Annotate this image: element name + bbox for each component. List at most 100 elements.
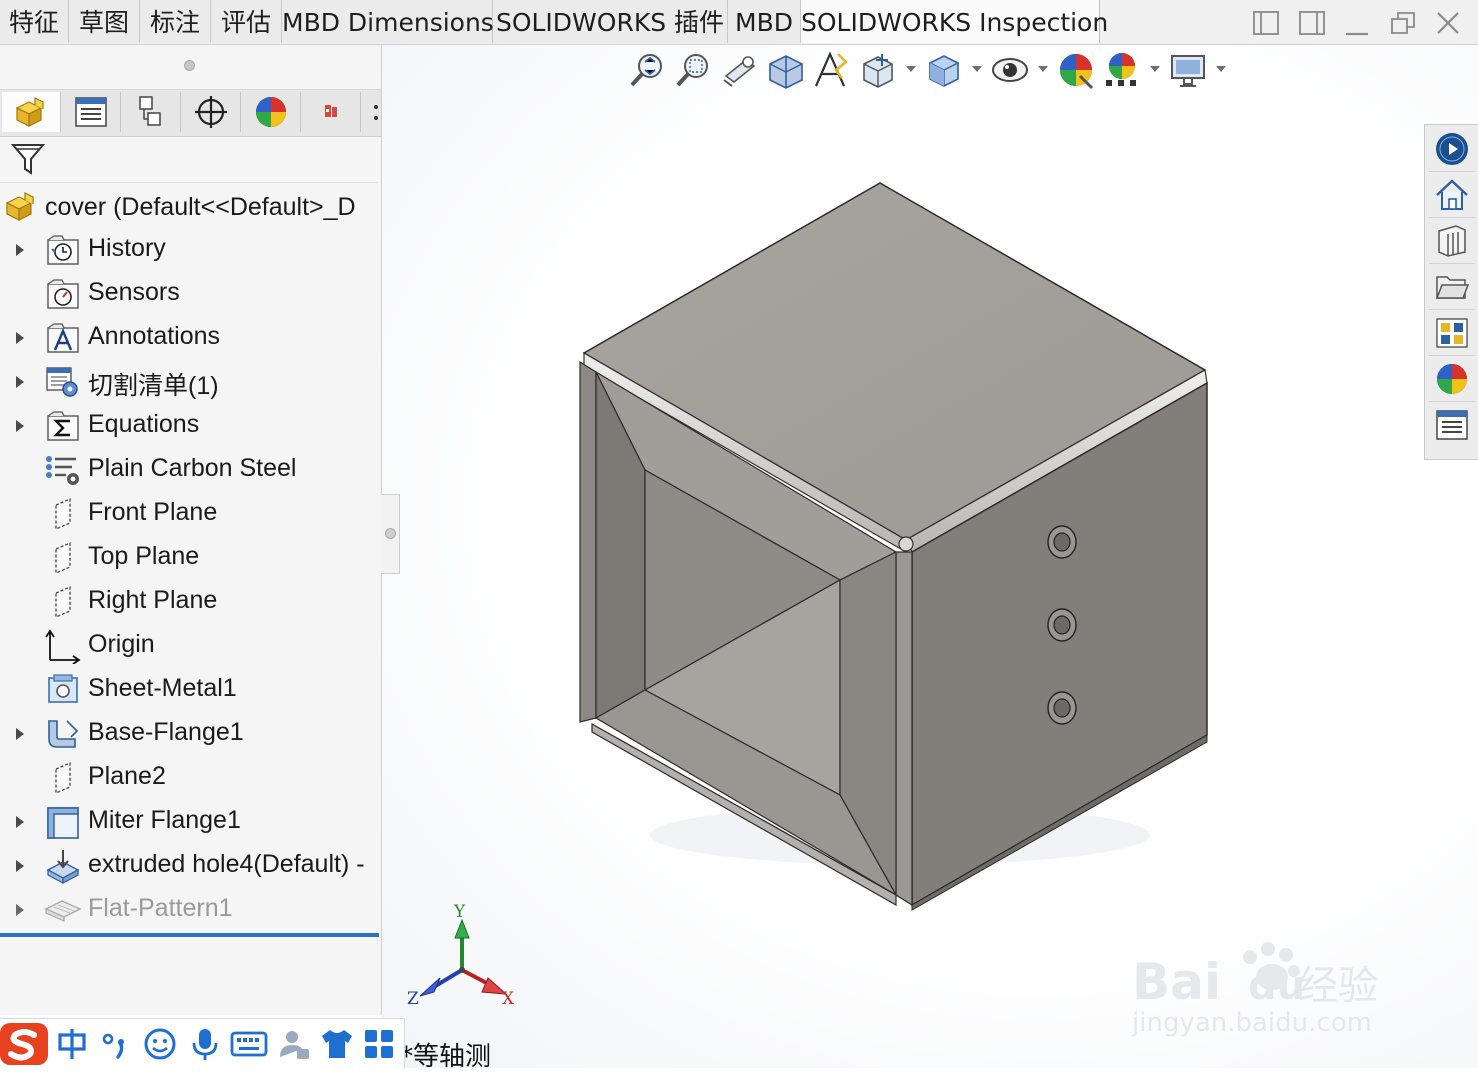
sheet-metal-cover-part[interactable] (579, 182, 1208, 911)
feature-manager-tab[interactable] (2, 92, 61, 132)
apply-scene-icon[interactable] (1102, 50, 1142, 90)
view-palette-tab[interactable] (1429, 311, 1475, 356)
tab-solidworks-addins[interactable]: SOLIDWORKS 插件 (493, 0, 728, 43)
plane-icon (55, 498, 71, 530)
restore-icon[interactable] (1388, 8, 1418, 38)
tree-item-sheet-metal[interactable]: Sheet-Metal1 (0, 668, 380, 712)
hide-show-items-icon[interactable] (990, 50, 1030, 90)
tab-mbd[interactable]: MBD (728, 0, 801, 43)
zoom-to-area-icon[interactable] (674, 50, 714, 90)
tab-evaluate[interactable]: 评估 (211, 0, 282, 43)
tree-root-label: cover (Default<<Default>_D (45, 192, 356, 221)
appearances-tab[interactable] (1429, 357, 1475, 402)
expand-arrow-icon[interactable] (14, 903, 26, 917)
filter-icon[interactable] (10, 141, 46, 177)
expand-arrow-icon[interactable] (14, 331, 26, 345)
section-view-icon[interactable] (766, 50, 806, 90)
tree-item-sensors[interactable]: Sensors (0, 272, 380, 316)
input-method-toolbar (0, 1018, 405, 1069)
tab-sketch[interactable]: 草图 (69, 0, 140, 43)
chinese-mode-icon[interactable] (56, 1027, 88, 1061)
tree-root-part[interactable]: cover (Default<<Default>_D (4, 188, 380, 226)
tree-item-label: Base-Flange1 (88, 718, 244, 746)
tile-right-icon[interactable] (1297, 8, 1327, 38)
origin-icon (45, 629, 81, 664)
property-list-icon (75, 97, 107, 127)
configuration-manager-tab[interactable] (122, 92, 181, 132)
expand-arrow-icon[interactable] (14, 375, 26, 389)
tree-item-label: Right Plane (88, 586, 218, 614)
sheet-metal-icon (48, 674, 78, 703)
tree-item-origin[interactable]: Origin (0, 624, 380, 668)
tree-item-label: Plain Carbon Steel (88, 454, 297, 482)
tree-item-history[interactable]: History (0, 228, 380, 272)
configuration-icon (139, 96, 161, 126)
zoom-to-fit-icon[interactable] (628, 50, 668, 90)
expand-arrow-icon[interactable] (14, 243, 26, 257)
panel-collapse-handle[interactable] (184, 60, 195, 71)
property-manager-tab[interactable] (62, 92, 121, 132)
tree-item-flat-pattern[interactable]: Flat-Pattern1 (0, 888, 380, 932)
tree-item-cut-list[interactable]: 切割清单(1) (0, 360, 380, 404)
custom-properties-tab[interactable] (1429, 403, 1475, 447)
home-icon (1436, 179, 1468, 210)
expand-arrow-icon[interactable] (14, 727, 26, 741)
more-tabs-icon[interactable] (372, 102, 380, 124)
baidu-jingyan-watermark: Bai du 经验 jingyan.baidu.com (1131, 942, 1378, 1038)
sogou-logo-icon[interactable] (0, 1023, 50, 1065)
display-style-icon[interactable] (924, 50, 964, 90)
tree-item-label: Flat-Pattern1 (88, 894, 233, 922)
expand-arrow-icon[interactable] (14, 815, 26, 829)
graphics-area[interactable]: Y X Z (382, 45, 1478, 1068)
minimize-icon[interactable] (1342, 8, 1372, 38)
user-lock-icon[interactable] (278, 1027, 312, 1061)
expand-arrow-icon[interactable] (14, 419, 26, 433)
addin-manager-tab[interactable] (302, 92, 361, 132)
tree-item-equations[interactable]: Equations (0, 404, 380, 448)
splitter-handle[interactable] (385, 528, 396, 539)
history-icon (47, 235, 79, 265)
dimxpert-manager-tab[interactable] (182, 92, 241, 132)
tab-features[interactable]: 特征 (0, 0, 69, 43)
tree-item-label: Sensors (88, 278, 180, 306)
keyboard-icon[interactable] (230, 1027, 268, 1061)
previous-view-icon[interactable] (720, 50, 760, 90)
tile-left-icon[interactable] (1251, 8, 1281, 38)
dynamic-annotation-icon[interactable] (812, 50, 852, 90)
expand-arrow-icon[interactable] (14, 859, 26, 873)
display-manager-tab[interactable] (242, 92, 301, 132)
view-orientation-icon[interactable] (858, 50, 898, 90)
tree-item-front-plane[interactable]: Front Plane (0, 492, 380, 536)
svg-text:经验: 经验 (1298, 963, 1378, 1009)
edit-appearance-icon[interactable] (1056, 50, 1096, 90)
skin-shirt-icon[interactable] (320, 1027, 354, 1061)
folder-icon (1435, 276, 1470, 299)
rollback-bar[interactable] (0, 933, 379, 937)
emoji-icon[interactable] (142, 1027, 178, 1061)
manager-tabs (0, 89, 381, 137)
tab-solidworks-inspection[interactable]: SOLIDWORKS Inspection (801, 0, 1108, 43)
panel-splitter[interactable] (381, 494, 400, 574)
tree-item-base-flange[interactable]: Base-Flange1 (0, 712, 380, 756)
tree-item-material[interactable]: Plain Carbon Steel (0, 448, 380, 492)
home-tab[interactable] (1429, 173, 1475, 218)
toolbox-grid-icon[interactable] (362, 1027, 396, 1061)
custom-properties-icon (1436, 410, 1468, 440)
microphone-icon[interactable] (188, 1027, 222, 1061)
solidworks-resources-tab[interactable] (1429, 127, 1475, 172)
tab-markup[interactable]: 标注 (140, 0, 211, 43)
tree-item-plane2[interactable]: Plane2 (0, 756, 380, 800)
punctuation-icon[interactable] (100, 1027, 132, 1061)
tab-mbd-dimensions[interactable]: MBD Dimensions (282, 0, 494, 43)
close-icon[interactable] (1433, 8, 1463, 38)
tree-item-annotations[interactable]: Annotations (0, 316, 380, 360)
design-library-tab[interactable] (1429, 219, 1475, 264)
view-settings-icon[interactable] (1168, 50, 1208, 90)
tree-item-extruded-hole[interactable]: extruded hole4(Default) - (0, 844, 380, 888)
miter-flange-icon (47, 807, 79, 839)
tree-item-top-plane[interactable]: Top Plane (0, 536, 380, 580)
material-icon (46, 456, 79, 485)
tree-item-miter-flange[interactable]: Miter Flange1 (0, 800, 380, 844)
file-explorer-tab[interactable] (1429, 265, 1475, 310)
tree-item-right-plane[interactable]: Right Plane (0, 580, 380, 624)
